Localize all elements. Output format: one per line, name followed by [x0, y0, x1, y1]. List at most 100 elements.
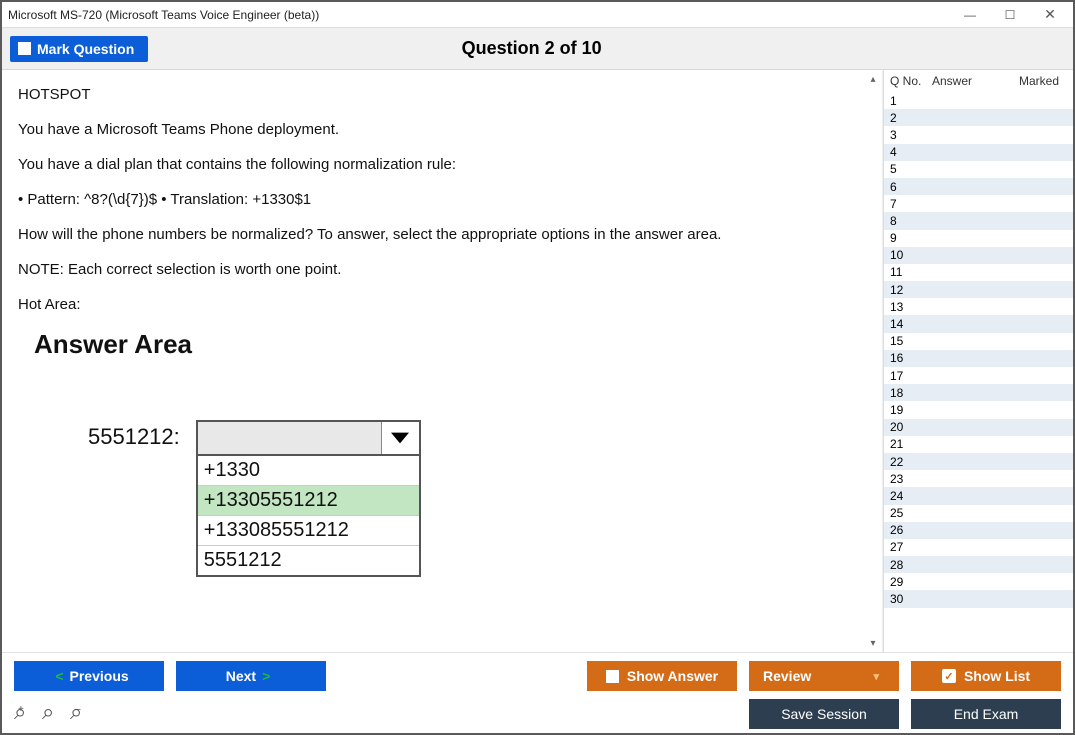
question-list-row[interactable]: 6 [884, 178, 1073, 195]
question-p3: • Pattern: ^8?(\d{7})$ • Translation: +1… [18, 189, 866, 210]
scroll-down-icon[interactable]: ▾ [866, 636, 880, 650]
save-session-button[interactable]: Save Session [749, 699, 899, 729]
question-number: 16 [890, 351, 926, 365]
previous-label: Previous [70, 668, 129, 684]
question-list-row[interactable]: 12 [884, 281, 1073, 298]
col-answer: Answer [932, 74, 992, 88]
question-number: 27 [890, 540, 926, 554]
question-list-row[interactable]: 30 [884, 590, 1073, 607]
question-pane[interactable]: ▴ HOTSPOT You have a Microsoft Teams Pho… [2, 70, 883, 652]
question-list-row[interactable]: 9 [884, 230, 1073, 247]
question-list-row[interactable]: 14 [884, 315, 1073, 332]
dropdown-option[interactable]: +13305551212 [198, 486, 419, 516]
dropdown-options: +1330+13305551212+1330855512125551212 [196, 456, 421, 577]
dropdown-closed[interactable] [196, 420, 421, 456]
question-p5: NOTE: Each correct selection is worth on… [18, 259, 866, 280]
question-list-row[interactable]: 26 [884, 522, 1073, 539]
previous-button[interactable]: < Previous [14, 661, 164, 691]
question-number: 13 [890, 300, 926, 314]
question-list-row[interactable]: 4 [884, 144, 1073, 161]
question-number: 15 [890, 334, 926, 348]
question-number: 3 [890, 128, 926, 142]
question-list[interactable]: 1234567891011121314151617181920212223242… [884, 92, 1073, 652]
minimize-icon[interactable] [961, 6, 979, 24]
window-title: Microsoft MS-720 (Microsoft Teams Voice … [8, 8, 961, 22]
question-list-row[interactable]: 24 [884, 487, 1073, 504]
question-list-row[interactable]: 10 [884, 247, 1073, 264]
end-exam-button[interactable]: End Exam [911, 699, 1061, 729]
question-number: 14 [890, 317, 926, 331]
question-list-row[interactable]: 15 [884, 333, 1073, 350]
main-row: ▴ HOTSPOT You have a Microsoft Teams Pho… [2, 70, 1073, 652]
dropdown-option[interactable]: +133085551212 [198, 516, 419, 546]
dropdown-option[interactable]: +1330 [198, 456, 419, 486]
hotspot-row: 5551212: +1330+13305551212+1330855512125… [88, 420, 866, 577]
question-number: 2 [890, 111, 926, 125]
show-list-button[interactable]: ✓ Show List [911, 661, 1061, 691]
zoom-controls [14, 701, 92, 728]
question-list-row[interactable]: 25 [884, 505, 1073, 522]
question-p6: Hot Area: [18, 294, 866, 315]
zoom-out-icon[interactable] [70, 701, 92, 724]
question-list-row[interactable]: 29 [884, 573, 1073, 590]
next-button[interactable]: Next > [176, 661, 326, 691]
question-list-row[interactable]: 1 [884, 92, 1073, 109]
question-list-row[interactable]: 3 [884, 126, 1073, 143]
question-list-row[interactable]: 17 [884, 367, 1073, 384]
question-list-row[interactable]: 21 [884, 436, 1073, 453]
question-list-row[interactable]: 20 [884, 419, 1073, 436]
question-list-row[interactable]: 28 [884, 556, 1073, 573]
question-list-row[interactable]: 22 [884, 453, 1073, 470]
next-label: Next [226, 668, 256, 684]
zoom-in-icon[interactable] [14, 701, 36, 724]
chevron-left-icon: < [55, 668, 63, 684]
question-list-row[interactable]: 7 [884, 195, 1073, 212]
scroll-up-icon[interactable]: ▴ [866, 72, 880, 86]
col-qno: Q No. [890, 74, 932, 88]
question-number: 24 [890, 489, 926, 503]
question-number: 26 [890, 523, 926, 537]
question-number: 25 [890, 506, 926, 520]
question-number: 8 [890, 214, 926, 228]
button-row-1: < Previous Next > Show Answer Review ▾ ✓… [14, 661, 1061, 691]
col-marked: Marked [992, 74, 1067, 88]
chevron-down-icon[interactable] [381, 422, 419, 454]
question-list-row[interactable]: 27 [884, 539, 1073, 556]
end-exam-label: End Exam [954, 706, 1019, 722]
zoom-reset-icon[interactable] [42, 701, 64, 724]
show-list-label: Show List [964, 668, 1030, 684]
hotspot-dropdown[interactable]: +1330+13305551212+1330855512125551212 [196, 420, 421, 577]
question-number: 19 [890, 403, 926, 417]
question-list-row[interactable]: 19 [884, 401, 1073, 418]
show-answer-checkbox-icon [606, 670, 619, 683]
dropdown-value [198, 422, 381, 454]
dropdown-option[interactable]: 5551212 [198, 546, 419, 575]
hotspot-label: 5551212: [88, 424, 180, 450]
review-caret-icon: ▾ [873, 670, 879, 683]
window-controls [961, 6, 1067, 24]
close-icon[interactable] [1041, 6, 1059, 24]
review-button[interactable]: Review ▾ [749, 661, 899, 691]
question-number: 23 [890, 472, 926, 486]
mark-question-button[interactable]: Mark Question [10, 36, 148, 62]
question-list-row[interactable]: 2 [884, 109, 1073, 126]
question-counter-title: Question 2 of 10 [148, 38, 915, 59]
question-number: 7 [890, 197, 926, 211]
question-heading: HOTSPOT [18, 84, 866, 105]
question-list-row[interactable]: 13 [884, 298, 1073, 315]
question-list-header: Q No. Answer Marked [884, 70, 1073, 92]
question-p4: How will the phone numbers be normalized… [18, 224, 866, 245]
show-answer-button[interactable]: Show Answer [587, 661, 737, 691]
question-number: 17 [890, 369, 926, 383]
question-list-row[interactable]: 11 [884, 264, 1073, 281]
question-list-row[interactable]: 23 [884, 470, 1073, 487]
question-number: 22 [890, 455, 926, 469]
question-list-row[interactable]: 18 [884, 384, 1073, 401]
question-number: 1 [890, 94, 926, 108]
question-list-row[interactable]: 16 [884, 350, 1073, 367]
question-list-row[interactable]: 8 [884, 212, 1073, 229]
maximize-icon[interactable] [1001, 6, 1019, 24]
question-number: 6 [890, 180, 926, 194]
question-p2: You have a dial plan that contains the f… [18, 154, 866, 175]
question-list-row[interactable]: 5 [884, 161, 1073, 178]
